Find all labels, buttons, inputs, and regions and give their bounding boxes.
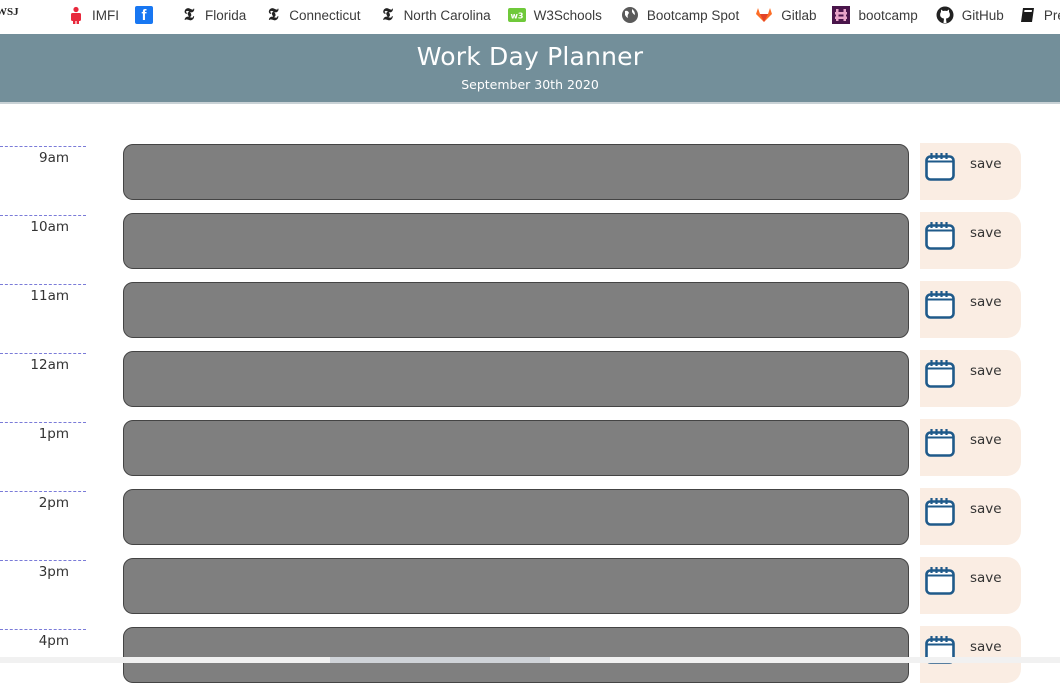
event-description-input[interactable] (123, 420, 909, 476)
facebook-icon: f (135, 6, 153, 24)
bookmark-facebook[interactable]: f (135, 0, 161, 30)
current-date: September 30th 2020 (461, 77, 599, 92)
save-button[interactable]: save (920, 212, 1021, 269)
event-description-input[interactable] (123, 213, 909, 269)
bookmark-label: Connecticut (289, 7, 361, 23)
event-description-input[interactable] (123, 558, 909, 614)
save-button[interactable]: save (920, 143, 1021, 200)
time-block-1pm: 1pm save (0, 419, 1060, 488)
bookmark-florida[interactable]: 𝕿 Florida (181, 0, 247, 30)
hour-label: 3pm (0, 560, 86, 620)
save-label: save (970, 156, 1002, 172)
hour-label: 1pm (0, 422, 86, 482)
event-description-input[interactable] (123, 489, 909, 545)
nyt-icon: 𝕿 (382, 5, 393, 24)
bookmark-w3schools[interactable]: w3 W3Schools (507, 0, 602, 30)
github-icon (936, 6, 954, 24)
event-description-input[interactable] (123, 627, 909, 683)
bookmark-gitlab[interactable]: Gitlab (755, 0, 816, 30)
bookmark-pre-work[interactable]: Pre-Work (1020, 0, 1060, 30)
bookmarks-bar: WSJ IMFI f 𝕿 Florida 𝕿 Connecticut 𝕿 Nor… (0, 0, 1060, 30)
calendar-icon (925, 360, 955, 388)
calendar-icon (925, 291, 955, 319)
bookmark-bootcamp-spot[interactable]: Bootcamp Spot (621, 0, 739, 30)
bookmark-wsj[interactable]: WSJ (0, 0, 22, 30)
save-button[interactable]: save (920, 557, 1021, 614)
event-description-input[interactable] (123, 282, 909, 338)
hour-label: 11am (0, 284, 86, 344)
hour-label: 12am (0, 353, 86, 413)
save-button[interactable]: save (920, 350, 1021, 407)
bookmark-label: North Carolina (403, 7, 491, 23)
save-button[interactable]: save (920, 419, 1021, 476)
calendar-icon (925, 429, 955, 457)
time-block-11am: 11am save (0, 281, 1060, 350)
time-block-list: 9am save 10am save 11am save 12am save 1… (0, 143, 1060, 695)
bookmark-label: IMFI (92, 7, 119, 23)
nyt-icon: 𝕿 (183, 5, 195, 24)
hour-label: 2pm (0, 491, 86, 551)
bookmark-connecticut[interactable]: 𝕿 Connecticut (265, 0, 361, 30)
save-label: save (970, 570, 1002, 586)
save-button[interactable]: save (920, 281, 1021, 338)
calendar-icon (925, 222, 955, 250)
time-block-2pm: 2pm save (0, 488, 1060, 557)
slack-icon (832, 6, 851, 24)
imfi-icon (68, 6, 84, 24)
page-header: Work Day Planner September 30th 2020 (0, 34, 1060, 104)
bookmark-label: Gitlab (781, 7, 817, 23)
nyt-icon: 𝕿 (268, 5, 279, 24)
event-description-input[interactable] (123, 144, 909, 200)
save-label: save (970, 639, 1002, 655)
time-block-10am: 10am save (0, 212, 1060, 281)
bookmark-label: Pre-Work (1043, 7, 1060, 23)
gitlab-icon (755, 6, 773, 24)
page-title: Work Day Planner (416, 42, 644, 71)
save-button[interactable]: save (920, 626, 1021, 683)
save-label: save (970, 363, 1002, 379)
bookmark-north-carolina[interactable]: 𝕿 North Carolina (380, 0, 491, 30)
bookmark-label: bootcamp (858, 7, 918, 23)
calendar-icon (925, 498, 955, 526)
bookmark-label: W3Schools (533, 7, 602, 23)
wsj-icon: WSJ (0, 6, 19, 18)
bookmark-label: Bootcamp Spot (646, 7, 740, 23)
book-icon (1020, 6, 1036, 24)
bookmark-imfi[interactable]: IMFI (68, 0, 119, 30)
save-label: save (970, 225, 1002, 241)
scrollbar-thumb[interactable] (330, 657, 550, 663)
calendar-icon (925, 153, 955, 181)
svg-text:w3: w3 (510, 12, 523, 21)
hour-label: 9am (0, 146, 86, 206)
bookmark-label: GitHub (961, 7, 1004, 23)
time-block-3pm: 3pm save (0, 557, 1060, 626)
time-block-12am: 12am save (0, 350, 1060, 419)
bookmark-label: Florida (205, 7, 247, 23)
event-description-input[interactable] (123, 351, 909, 407)
save-label: save (970, 501, 1002, 517)
hour-label: 10am (0, 215, 86, 275)
save-button[interactable]: save (920, 488, 1021, 545)
globe-icon (621, 6, 639, 24)
w3schools-icon: w3 (507, 6, 526, 24)
bookmark-github[interactable]: GitHub (936, 0, 1004, 30)
horizontal-scrollbar[interactable] (0, 657, 1060, 663)
save-label: save (970, 432, 1002, 448)
save-label: save (970, 294, 1002, 310)
bookmark-bootcamp[interactable]: bootcamp (832, 0, 918, 30)
calendar-icon (925, 567, 955, 595)
time-block-9am: 9am save (0, 143, 1060, 212)
